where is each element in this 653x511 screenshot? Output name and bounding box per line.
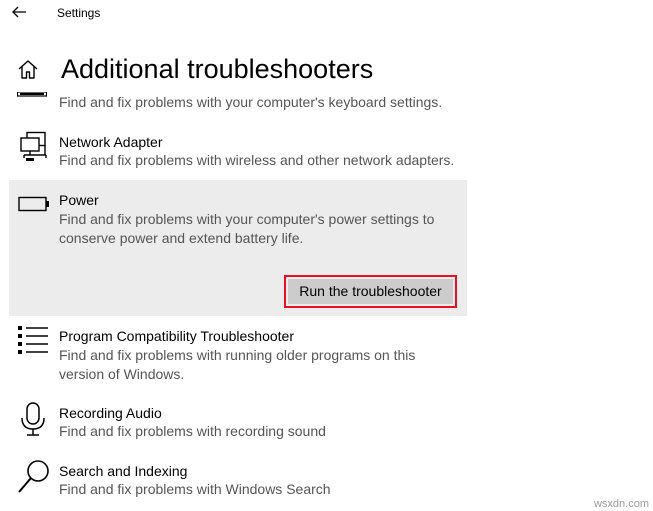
recording-audio-title[interactable]: Recording Audio	[59, 405, 162, 422]
network-adapter-description: Find and fix problems with wireless and …	[59, 152, 455, 168]
program-compatibility-description: Find and fix problems with running older…	[59, 347, 416, 382]
window-title: Settings	[57, 6, 101, 20]
page-title: Additional troubleshooters	[61, 54, 374, 84]
network-adapter-title[interactable]: Network Adapter	[59, 134, 163, 151]
keyboard-icon	[17, 92, 47, 97]
recording-audio-description: Find and fix problems with recording sou…	[59, 423, 326, 439]
run-troubleshooter-label: Run the troubleshooter	[288, 279, 453, 304]
search-icon	[18, 460, 49, 493]
power-title: Power	[59, 192, 99, 208]
list-icon	[18, 326, 48, 354]
power-description: Find and fix problems with your computer…	[59, 211, 435, 246]
run-troubleshooter-button[interactable]: Run the troubleshooter	[284, 275, 457, 308]
search-indexing-title[interactable]: Search and Indexing	[59, 463, 187, 480]
keyboard-description: Find and fix problems with your computer…	[59, 94, 443, 110]
program-compatibility-title[interactable]: Program Compatibility Troubleshooter	[59, 328, 294, 345]
battery-icon	[18, 196, 49, 212]
back-arrow-icon[interactable]	[10, 4, 28, 20]
search-indexing-description: Find and fix problems with Windows Searc…	[59, 481, 331, 497]
watermark: wsxdn.com	[593, 498, 649, 510]
home-icon[interactable]	[17, 58, 39, 80]
network-computers-icon	[20, 131, 47, 161]
microphone-icon	[21, 402, 45, 436]
